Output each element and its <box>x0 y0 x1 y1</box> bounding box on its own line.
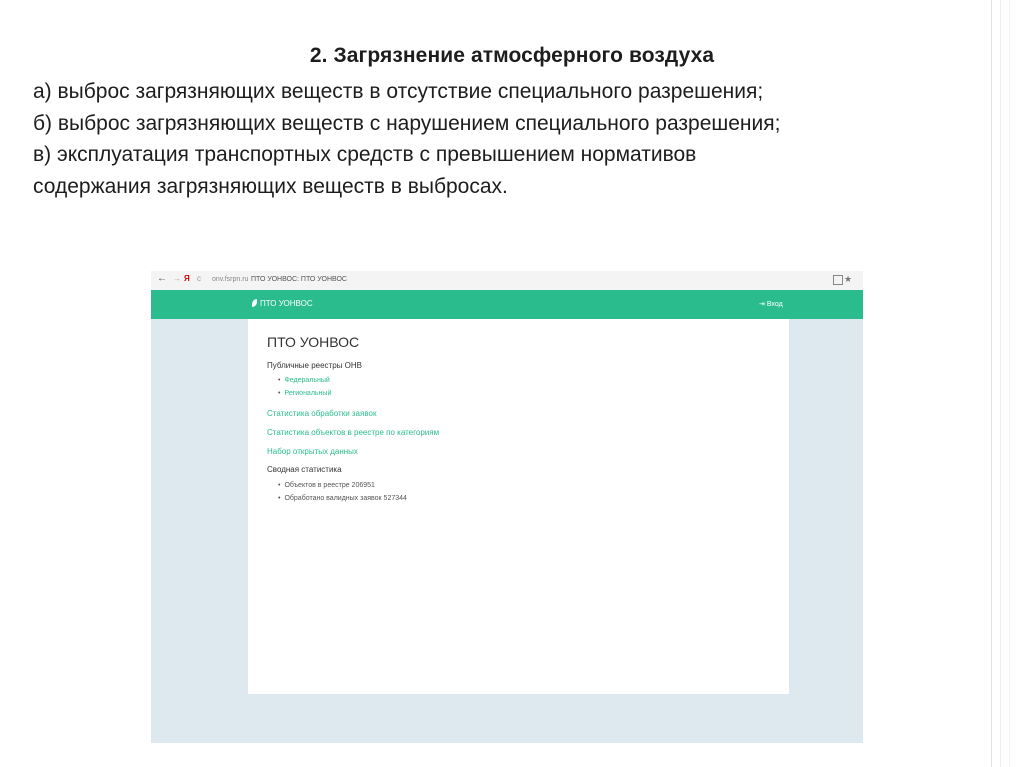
list-item: • Обработано валидных заявок 527344 <box>278 495 407 502</box>
login-icon: ⇥ <box>759 301 765 308</box>
content-panel: ПТО УОНВОС Публичные реестры ОНВ • Федера… <box>248 319 789 694</box>
star-icon[interactable]: ★ <box>844 274 852 285</box>
slide-line: содержания загрязняющих веществ в выброс… <box>33 174 508 198</box>
forward-arrow-icon[interactable]: → <box>173 274 181 283</box>
summary-objects: Объектов в реестре 206951 <box>284 482 375 489</box>
embedded-screenshot: ← → Я c onv.fsrpn.ru ПТО УОНВОС: ПТО УОН… <box>151 271 863 743</box>
registries-heading: Публичные реестры ОНВ <box>267 361 362 370</box>
registry-link-regional[interactable]: Региональный <box>284 390 331 397</box>
slide-line: а) выброс загрязняющих веществ в отсутст… <box>33 80 764 103</box>
slide-line: б) выброс загрязняющих веществ с нарушен… <box>33 111 781 135</box>
slide-body: а) выброс загрязняющих веществ в отсутст… <box>33 76 993 202</box>
site-logo[interactable]: ПТО УОНВОС <box>252 299 313 308</box>
back-arrow-icon[interactable]: ← <box>157 273 167 284</box>
link-objects-stats[interactable]: Статистика объектов в реестре по категор… <box>267 428 439 437</box>
leaf-icon <box>252 299 257 307</box>
bookmark-icon[interactable] <box>833 275 843 285</box>
list-item: • Федеральный <box>278 377 330 384</box>
url-text[interactable]: onv.fsrpn.ru <box>212 276 248 283</box>
logo-text: ПТО УОНВОС <box>260 299 313 308</box>
summary-heading: Сводная статистика <box>267 465 342 474</box>
tab-title: ПТО УОНВОС: ПТО УОНВОС <box>251 276 347 283</box>
list-item: • Региональный <box>278 390 332 397</box>
summary-requests: Обработано валидных заявок 527344 <box>284 495 407 502</box>
yandex-icon[interactable]: Я <box>184 274 190 283</box>
reload-icon[interactable]: c <box>197 274 201 283</box>
link-open-data[interactable]: Набор открытых данных <box>267 447 358 456</box>
site-header: ПТО УОНВОС ⇥ Вход <box>151 290 863 319</box>
slide-line: в) эксплуатация транспортных средств с п… <box>33 143 697 166</box>
login-button[interactable]: ⇥ Вход <box>759 300 783 308</box>
login-label: Вход <box>766 301 783 308</box>
link-requests-stats[interactable]: Статистика обработки заявок <box>267 409 376 418</box>
list-item: • Объектов в реестре 206951 <box>278 482 375 489</box>
registry-link-federal[interactable]: Федеральный <box>284 377 329 384</box>
slide-title: 2. Загрязнение атмосферного воздуха <box>309 44 715 67</box>
browser-address-bar: ← → Я c onv.fsrpn.ru ПТО УОНВОС: ПТО УОН… <box>151 271 863 291</box>
page-title: ПТО УОНВОС <box>267 334 360 350</box>
